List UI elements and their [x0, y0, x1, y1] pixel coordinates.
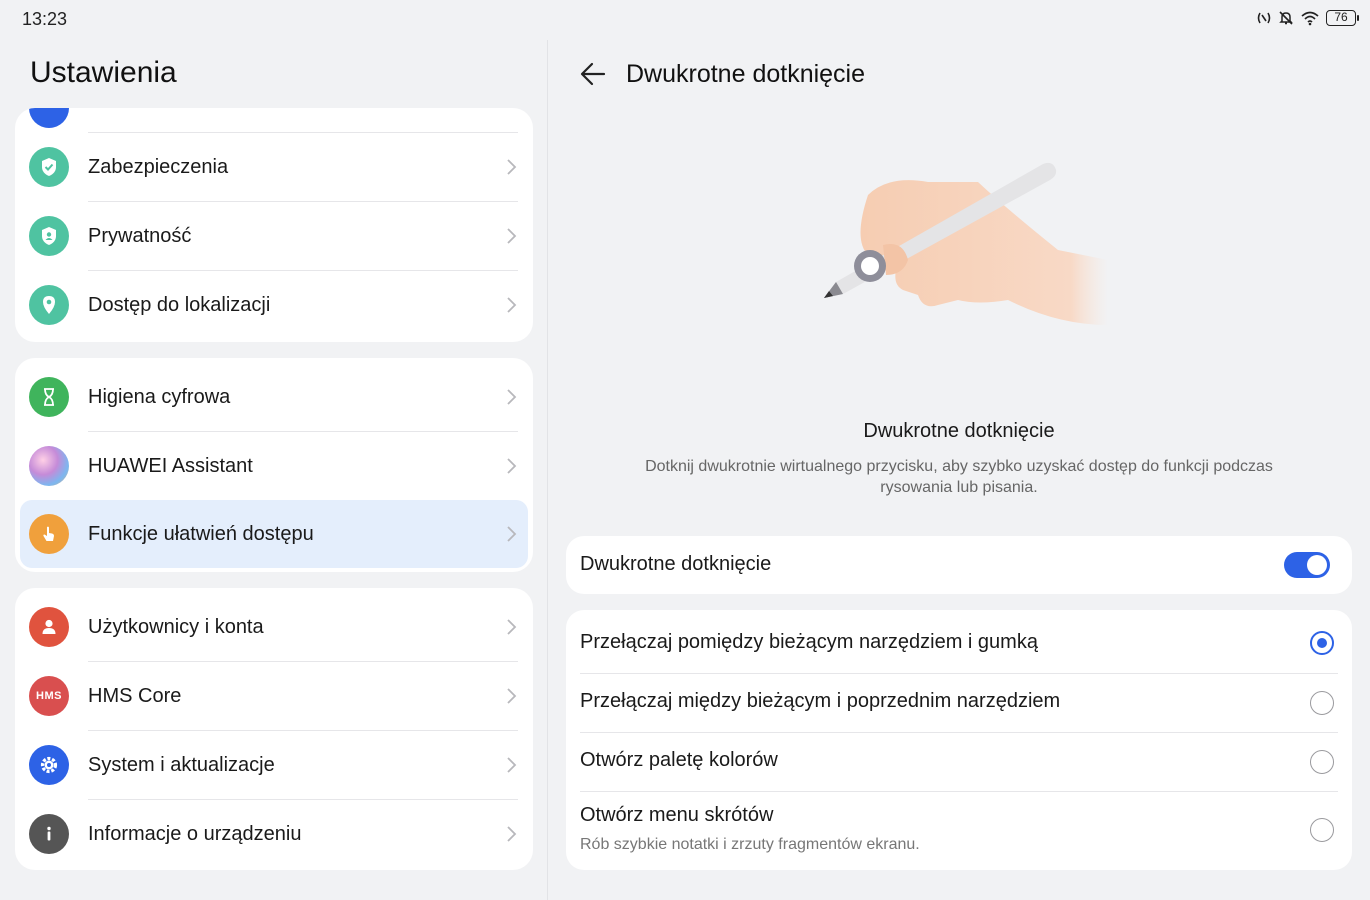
chevron-right-icon — [507, 297, 517, 313]
option-switch-eraser[interactable]: Przełączaj pomiędzy bieżącym narzędziem … — [566, 610, 1352, 674]
settings-group-wellbeing: Higiena cyfrowa HUAWEI Assistant Funkcje… — [15, 358, 533, 572]
back-arrow-icon[interactable] — [578, 60, 608, 88]
radio-unselected[interactable] — [1310, 691, 1334, 715]
settings-item-huawei-assistant[interactable]: HUAWEI Assistant — [15, 432, 533, 500]
accessibility-hand-icon — [29, 514, 69, 554]
settings-group-security: Zabezpieczenia Prywatność Dostęp do loka… — [15, 108, 533, 342]
settings-item-digital-balance[interactable]: Higiena cyfrowa — [15, 363, 533, 431]
settings-item-users[interactable]: Użytkownicy i konta — [15, 593, 533, 661]
detail-title: Dwukrotne dotknięcie — [626, 60, 866, 88]
settings-item-label: Higiena cyfrowa — [88, 385, 231, 408]
settings-item-label: Użytkownicy i konta — [88, 615, 264, 638]
battery-icon: 76 — [1326, 10, 1359, 26]
settings-item-location[interactable]: Dostęp do lokalizacji — [15, 271, 533, 339]
partial-item-icon — [29, 108, 69, 128]
settings-item-hms-core[interactable]: HMS HMS Core — [15, 662, 533, 730]
option-label: Przełączaj pomiędzy bieżącym narzędziem … — [580, 631, 1038, 653]
settings-item-label: HUAWEI Assistant — [88, 454, 253, 477]
bell-muted-icon — [1279, 11, 1293, 25]
chevron-right-icon — [507, 826, 517, 842]
stylus-hand-illustration — [824, 162, 1108, 325]
hms-badge: HMS — [36, 690, 62, 702]
radio-selected[interactable] — [1310, 631, 1334, 655]
chevron-right-icon — [507, 228, 517, 244]
option-label: Przełączaj między bieżącym i poprzednim … — [580, 690, 1061, 712]
gear-icon — [29, 745, 69, 785]
option-label: Otwórz paletę kolorów — [580, 749, 778, 771]
hourglass-icon — [29, 377, 69, 417]
switch-knob — [1307, 555, 1327, 575]
shield-check-icon — [29, 147, 69, 187]
location-pin-icon — [29, 285, 69, 325]
status-time: 13:23 — [22, 9, 68, 29]
toggle-label: Dwukrotne dotknięcie — [580, 553, 772, 575]
settings-item-label: Zabezpieczenia — [88, 155, 229, 178]
chevron-right-icon — [507, 757, 517, 773]
settings-item-label: HMS Core — [88, 684, 182, 707]
settings-item-accessibility[interactable]: Funkcje ułatwień dostępu — [20, 500, 528, 568]
status-bar: 13:23 76 — [0, 0, 1370, 40]
privacy-icon — [29, 216, 69, 256]
detail-pane: Dwukrotne dotknięcie Dwukrotne dotknięci… — [548, 40, 1370, 900]
option-switch-previous-tool[interactable]: Przełączaj między bieżącym i poprzednim … — [566, 674, 1352, 733]
feature-heading: Dwukrotne dotknięcie — [863, 420, 1055, 442]
info-icon — [29, 814, 69, 854]
user-icon — [29, 607, 69, 647]
settings-item-label: System i aktualizacje — [88, 753, 275, 776]
nfc-icon — [1257, 12, 1271, 24]
status-icons: 76 — [1256, 10, 1359, 26]
hms-core-icon: HMS — [29, 676, 69, 716]
option-color-palette[interactable]: Otwórz paletę kolorów — [566, 733, 1352, 792]
option-sublabel: Rób szybkie notatki i zrzuty fragmentów … — [580, 836, 920, 853]
chevron-right-icon — [507, 688, 517, 704]
chevron-right-icon — [507, 458, 517, 474]
feature-description: Dotknij dwukrotnie wirtualnego przycisku… — [645, 458, 1273, 496]
double-tap-switch[interactable] — [1284, 552, 1330, 578]
option-shortcut-menu[interactable]: Otwórz menu skrótów Rób szybkie notatki … — [566, 792, 1352, 870]
radio-unselected[interactable] — [1310, 818, 1334, 842]
page-title: Ustawienia — [30, 56, 177, 89]
settings-item-about-device[interactable]: Informacje o urządzeniu — [15, 800, 533, 868]
settings-item-security[interactable]: Zabezpieczenia — [15, 133, 533, 201]
settings-item-label: Dostęp do lokalizacji — [88, 293, 271, 316]
chevron-right-icon — [507, 526, 517, 542]
double-tap-options: Przełączaj pomiędzy bieżącym narzędziem … — [566, 610, 1352, 870]
huawei-assistant-icon — [29, 446, 69, 486]
wifi-icon — [1301, 11, 1319, 26]
chevron-right-icon — [507, 389, 517, 405]
settings-item-label: Prywatność — [88, 224, 192, 247]
settings-item-label: Funkcje ułatwień dostępu — [88, 522, 314, 545]
settings-group-system: Użytkownicy i konta HMS HMS Core System … — [15, 588, 533, 870]
chevron-right-icon — [507, 159, 517, 175]
settings-item-label: Informacje o urządzeniu — [88, 822, 302, 845]
double-tap-toggle-row[interactable]: Dwukrotne dotknięcie — [566, 536, 1352, 594]
settings-item-privacy[interactable]: Prywatność — [15, 202, 533, 270]
settings-pane: Ustawienia Zabezpieczenia Prywatność Dos… — [0, 40, 548, 900]
radio-unselected[interactable] — [1310, 750, 1334, 774]
settings-item-system-updates[interactable]: System i aktualizacje — [15, 731, 533, 799]
chevron-right-icon — [507, 619, 517, 635]
option-label: Otwórz menu skrótów — [580, 804, 774, 826]
